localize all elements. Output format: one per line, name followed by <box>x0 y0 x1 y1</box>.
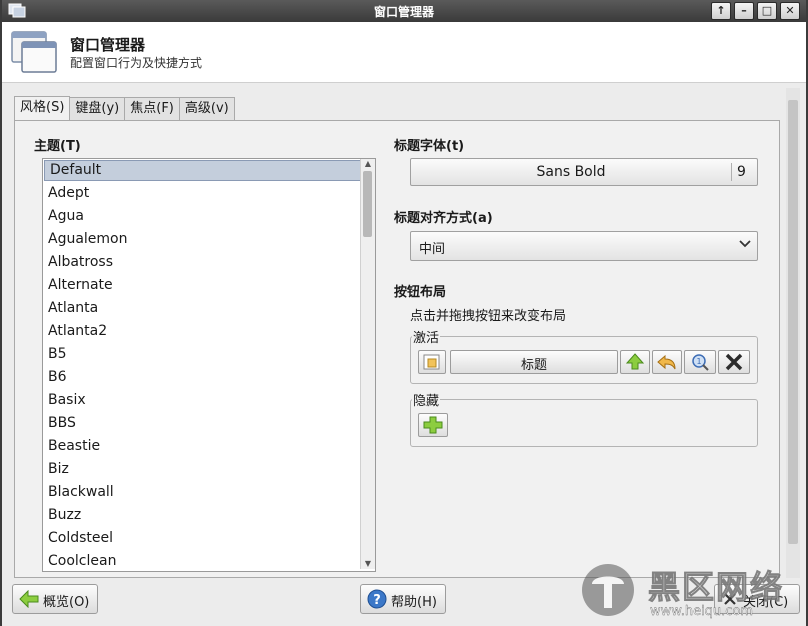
dialog-header: 窗口管理器 配置窗口行为及快捷方式 <box>2 22 806 83</box>
plus-icon <box>423 416 443 434</box>
list-item[interactable]: Agua <box>43 205 375 228</box>
list-item[interactable]: Coolclean <box>43 550 375 571</box>
close-window-button[interactable]: ✕ <box>780 2 800 20</box>
svg-text:1: 1 <box>696 357 701 366</box>
stick-button-item[interactable]: 1 <box>684 350 716 374</box>
title-bar[interactable]: 窗口管理器 ↑ – □ ✕ <box>2 0 806 22</box>
list-item[interactable]: Beastie <box>43 435 375 458</box>
title-align-label: 标题对齐方式(a) <box>394 211 493 226</box>
active-frame-label: 激活 <box>412 327 441 346</box>
help-button[interactable]: ? 帮助(H) <box>360 584 446 614</box>
svg-text:?: ? <box>373 593 381 608</box>
title-button-item[interactable]: 标题 <box>450 350 618 374</box>
list-item[interactable]: Albatross <box>43 251 375 274</box>
minimize-button[interactable]: – <box>734 2 754 20</box>
list-item[interactable]: Atlanta <box>43 297 375 320</box>
list-item[interactable]: B6 <box>43 366 375 389</box>
watermark-logo-icon <box>582 564 634 616</box>
theme-label: 主题(T) <box>34 139 81 154</box>
scroll-up-arrow-icon[interactable]: ▲ <box>361 159 375 169</box>
tab-style[interactable]: 风格(S) <box>14 96 71 120</box>
shade-button-item[interactable] <box>652 350 682 374</box>
font-size: 9 <box>737 164 746 180</box>
chevron-down-icon <box>739 240 751 248</box>
menu-button-item[interactable] <box>418 350 446 374</box>
scroll-down-arrow-icon[interactable]: ▼ <box>361 559 375 569</box>
list-item[interactable]: BBS <box>43 412 375 435</box>
list-item[interactable]: Adept <box>43 182 375 205</box>
title-font-label: 标题字体(t) <box>394 139 465 154</box>
list-item-selected[interactable]: Default <box>44 160 374 181</box>
tab-focus[interactable]: 焦点(F) <box>124 97 180 120</box>
window-manager-icon <box>11 31 57 73</box>
list-item[interactable]: Alternate <box>43 274 375 297</box>
header-title: 窗口管理器 <box>70 36 146 54</box>
watermark: 黑区网络 www.heiqu.com <box>578 560 802 624</box>
maximize-button[interactable]: □ <box>757 2 777 20</box>
title-align-combo[interactable]: 中间 <box>410 231 758 261</box>
help-button-label: 帮助(H) <box>391 595 437 610</box>
window-menu-icon <box>423 354 440 370</box>
title-button-label: 标题 <box>520 358 547 373</box>
undo-arrow-icon <box>657 354 676 370</box>
list-item[interactable]: B5 <box>43 343 375 366</box>
theme-list[interactable]: Default Adept Agua Agualemon Albatross A… <box>42 158 376 572</box>
tab-bar: 风格(S) 键盘(y) 焦点(F) 高级(v) <box>14 96 235 120</box>
list-item[interactable]: Buzz <box>43 504 375 527</box>
list-item[interactable]: Basix <box>43 389 375 412</box>
scrollbar-thumb[interactable] <box>363 171 372 237</box>
arrow-up-icon <box>625 353 645 370</box>
list-item[interactable]: Coldsteel <box>43 527 375 550</box>
shade-button[interactable]: ↑ <box>711 2 731 20</box>
window: 窗口管理器 ↑ – □ ✕ 窗口管理器 配置窗口行为及快捷方式 风格(S) 键盘… <box>2 0 806 626</box>
window-scrollbar-thumb[interactable] <box>788 100 798 544</box>
back-arrow-icon <box>19 590 39 608</box>
maximize-button-item[interactable] <box>620 350 650 374</box>
tab-keyboard[interactable]: 键盘(y) <box>69 97 126 120</box>
list-item[interactable]: Agualemon <box>43 228 375 251</box>
add-hidden-button-item[interactable] <box>418 413 448 437</box>
watermark-url: www.heiqu.com <box>650 604 754 619</box>
magnifier-icon: 1 <box>692 354 709 371</box>
overview-button-label: 概览(O) <box>43 595 90 610</box>
header-subtitle: 配置窗口行为及快捷方式 <box>70 56 203 70</box>
close-x-icon <box>725 353 743 371</box>
list-item[interactable]: Blackwall <box>43 481 375 504</box>
tab-advanced[interactable]: 高级(v) <box>178 97 235 120</box>
overview-button[interactable]: 概览(O) <box>12 584 98 614</box>
title-align-value: 中间 <box>419 242 446 257</box>
button-layout-label: 按钮布局 <box>394 285 447 300</box>
window-title: 窗口管理器 <box>373 5 434 19</box>
list-item[interactable]: Biz <box>43 458 375 481</box>
watermark-text: 黑区网络 <box>647 568 785 607</box>
close-button-item[interactable] <box>718 350 750 374</box>
font-button-separator <box>731 163 732 181</box>
button-layout-note: 点击并拖拽按钮来改变布局 <box>410 309 567 324</box>
window-scrollbar[interactable] <box>786 88 800 578</box>
title-font-button[interactable]: Sans Bold 9 <box>410 158 758 186</box>
font-name: Sans Bold <box>536 164 606 180</box>
list-item[interactable]: Atlanta2 <box>43 320 375 343</box>
theme-list-scrollbar[interactable]: ▲ ▼ <box>360 159 375 569</box>
hidden-frame-label: 隐藏 <box>412 390 441 409</box>
help-icon: ? <box>367 589 387 609</box>
hidden-buttons-frame <box>410 399 758 447</box>
